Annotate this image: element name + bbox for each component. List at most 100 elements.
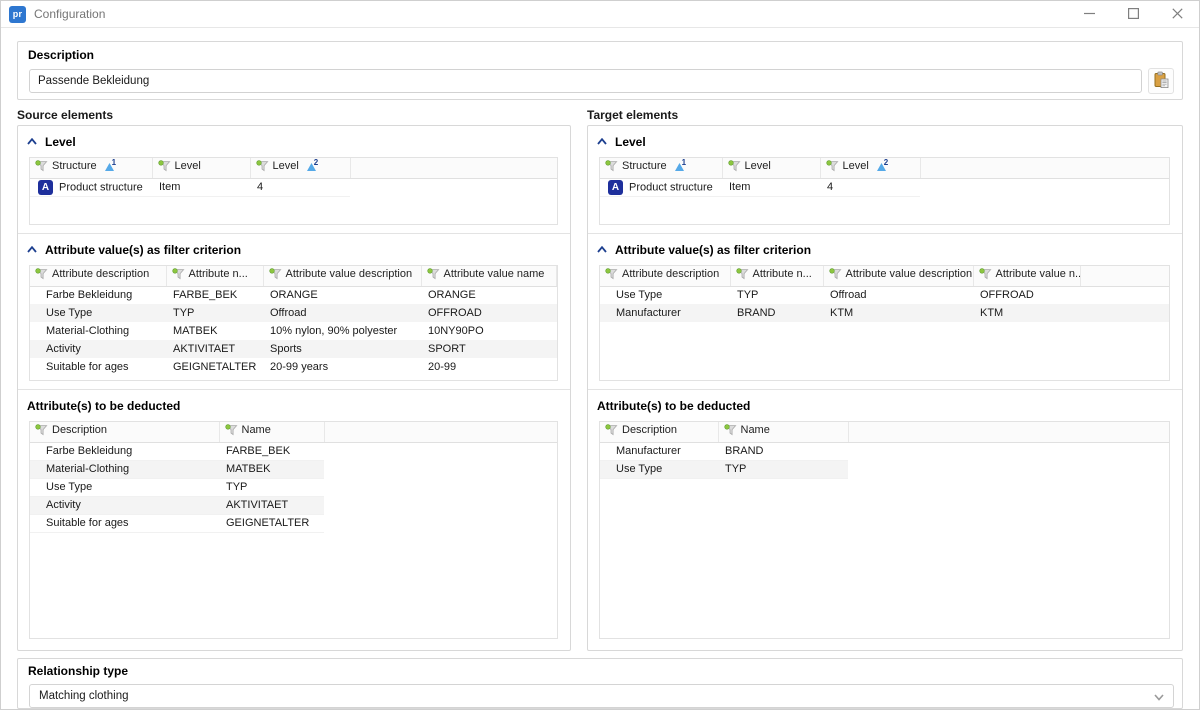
table-row[interactable]: ManufacturerBRANDKTMKTM bbox=[600, 304, 1169, 322]
filter-icon bbox=[35, 424, 48, 436]
target-deduct-header: Attribute(s) to be deducted bbox=[588, 390, 1182, 415]
source-level-header[interactable]: Level bbox=[18, 126, 570, 151]
filter-icon bbox=[269, 268, 282, 280]
chevron-up-icon[interactable] bbox=[27, 246, 37, 253]
chevron-up-icon[interactable] bbox=[27, 138, 37, 145]
filter-icon bbox=[736, 268, 749, 280]
filter-icon bbox=[979, 268, 992, 280]
filter-icon bbox=[728, 160, 741, 172]
filter-icon bbox=[605, 424, 618, 436]
column-header[interactable]: Attribute description bbox=[30, 266, 166, 286]
app-logo-icon: pr bbox=[9, 6, 26, 23]
filter-icon bbox=[724, 424, 737, 436]
column-header[interactable]: Attribute value n... bbox=[973, 266, 1080, 286]
description-group: Description bbox=[17, 41, 1183, 100]
column-header[interactable]: Description bbox=[30, 422, 219, 442]
section-title: Attribute(s) to be deducted bbox=[597, 399, 750, 413]
table-row[interactable]: ActivityAKTIVITAET bbox=[30, 496, 557, 514]
table-row[interactable]: Farbe BekleidungFARBE_BEKORANGEORANGE bbox=[30, 286, 557, 304]
source-column: Source elements Level Structure1 Level L… bbox=[17, 100, 571, 651]
column-header-structure[interactable]: Structure1 bbox=[30, 158, 152, 178]
source-panel: Level Structure1 Level Level2 A bbox=[17, 125, 571, 651]
table-row[interactable]: Farbe BekleidungFARBE_BEK bbox=[30, 442, 557, 460]
paste-button[interactable] bbox=[1148, 68, 1174, 94]
window-title: Configuration bbox=[34, 7, 105, 21]
sort-asc-2-icon: 2 bbox=[877, 161, 890, 171]
description-input[interactable] bbox=[29, 69, 1142, 93]
target-column: Target elements Level Structure1 Level L… bbox=[587, 100, 1183, 651]
section-title: Attribute(s) to be deducted bbox=[27, 399, 180, 413]
filter-icon bbox=[35, 268, 48, 280]
section-title: Attribute value(s) as filter criterion bbox=[45, 243, 241, 257]
source-level-table: Structure1 Level Level2 AProduct structu… bbox=[29, 157, 558, 225]
column-header-level[interactable]: Level bbox=[152, 158, 250, 178]
close-button[interactable] bbox=[1155, 1, 1199, 27]
column-header[interactable]: Attribute value name bbox=[421, 266, 556, 286]
clipboard-paste-icon bbox=[1152, 71, 1170, 92]
column-header[interactable]: Attribute value description bbox=[823, 266, 973, 286]
filter-icon bbox=[427, 268, 440, 280]
table-row[interactable]: AProduct structure Item 4 bbox=[30, 178, 557, 196]
source-filter-header[interactable]: Attribute value(s) as filter criterion bbox=[18, 234, 570, 259]
source-deduct-table: Description Name Farbe BekleidungFARBE_B… bbox=[29, 421, 558, 639]
relationship-select[interactable]: Matching clothing bbox=[29, 684, 1174, 708]
filter-icon bbox=[605, 160, 618, 172]
source-deduct-header: Attribute(s) to be deducted bbox=[18, 390, 570, 415]
structure-type-icon: A bbox=[38, 180, 53, 195]
table-row[interactable]: Use TypeTYP bbox=[30, 478, 557, 496]
table-row[interactable]: Use TypeTYP bbox=[600, 460, 1169, 478]
sort-asc-2-icon: 2 bbox=[307, 161, 320, 171]
table-row[interactable]: Suitable for agesGEIGNETALTER20-99 years… bbox=[30, 358, 557, 376]
table-row[interactable]: Material-ClothingMATBEK10% nylon, 90% po… bbox=[30, 322, 557, 340]
source-elements-label: Source elements bbox=[17, 108, 571, 122]
column-header-level2[interactable]: Level2 bbox=[250, 158, 350, 178]
column-header[interactable]: Attribute n... bbox=[730, 266, 823, 286]
minimize-button[interactable] bbox=[1067, 1, 1111, 27]
filter-icon bbox=[35, 160, 48, 172]
column-header[interactable]: Attribute value description bbox=[263, 266, 421, 286]
chevron-down-icon bbox=[1154, 692, 1164, 704]
sort-asc-1-icon: 1 bbox=[675, 161, 688, 171]
sort-asc-1-icon: 1 bbox=[105, 161, 118, 171]
window-controls bbox=[1067, 1, 1199, 27]
target-deduct-table: Description Name ManufacturerBRAND Use T… bbox=[599, 421, 1170, 639]
source-filter-table: Attribute description Attribute n... Att… bbox=[29, 265, 558, 381]
maximize-icon bbox=[1128, 7, 1139, 22]
filter-icon bbox=[829, 268, 842, 280]
target-level-table: Structure1 Level Level2 AProduct structu… bbox=[599, 157, 1170, 225]
relationship-selected-value: Matching clothing bbox=[39, 690, 129, 702]
filter-icon bbox=[256, 160, 269, 172]
table-row[interactable]: Material-ClothingMATBEK bbox=[30, 460, 557, 478]
table-row[interactable]: ActivityAKTIVITAETSportsSPORT bbox=[30, 340, 557, 358]
chevron-up-icon[interactable] bbox=[597, 138, 607, 145]
table-row[interactable]: AProduct structure Item 4 bbox=[600, 178, 1169, 196]
column-header[interactable]: Name bbox=[219, 422, 324, 442]
table-row[interactable]: Suitable for agesGEIGNETALTER bbox=[30, 514, 557, 532]
filter-icon bbox=[826, 160, 839, 172]
table-row[interactable]: ManufacturerBRAND bbox=[600, 442, 1169, 460]
column-header-level2[interactable]: Level2 bbox=[820, 158, 920, 178]
filter-icon bbox=[158, 160, 171, 172]
relationship-group: Relationship type Matching clothing bbox=[17, 658, 1183, 709]
column-header[interactable]: Description bbox=[600, 422, 718, 442]
title-bar: pr Configuration bbox=[1, 1, 1199, 28]
section-title: Level bbox=[615, 135, 646, 149]
maximize-button[interactable] bbox=[1111, 1, 1155, 27]
table-row[interactable]: Use TypeTYPOffroadOFFROAD bbox=[30, 304, 557, 322]
column-header[interactable]: Attribute n... bbox=[166, 266, 263, 286]
minimize-icon bbox=[1084, 7, 1095, 22]
description-label: Description bbox=[18, 48, 1182, 62]
relationship-type-label: Relationship type bbox=[18, 664, 1182, 678]
section-title: Level bbox=[45, 135, 76, 149]
close-icon bbox=[1172, 7, 1183, 22]
target-level-header[interactable]: Level bbox=[588, 126, 1182, 151]
column-header[interactable]: Name bbox=[718, 422, 848, 442]
target-filter-header[interactable]: Attribute value(s) as filter criterion bbox=[588, 234, 1182, 259]
elements-columns: Source elements Level Structure1 Level L… bbox=[1, 100, 1199, 651]
structure-type-icon: A bbox=[608, 180, 623, 195]
table-row[interactable]: Use TypeTYPOffroadOFFROAD bbox=[600, 286, 1169, 304]
column-header-structure[interactable]: Structure1 bbox=[600, 158, 722, 178]
column-header[interactable]: Attribute description bbox=[600, 266, 730, 286]
column-header-level[interactable]: Level bbox=[722, 158, 820, 178]
chevron-up-icon[interactable] bbox=[597, 246, 607, 253]
